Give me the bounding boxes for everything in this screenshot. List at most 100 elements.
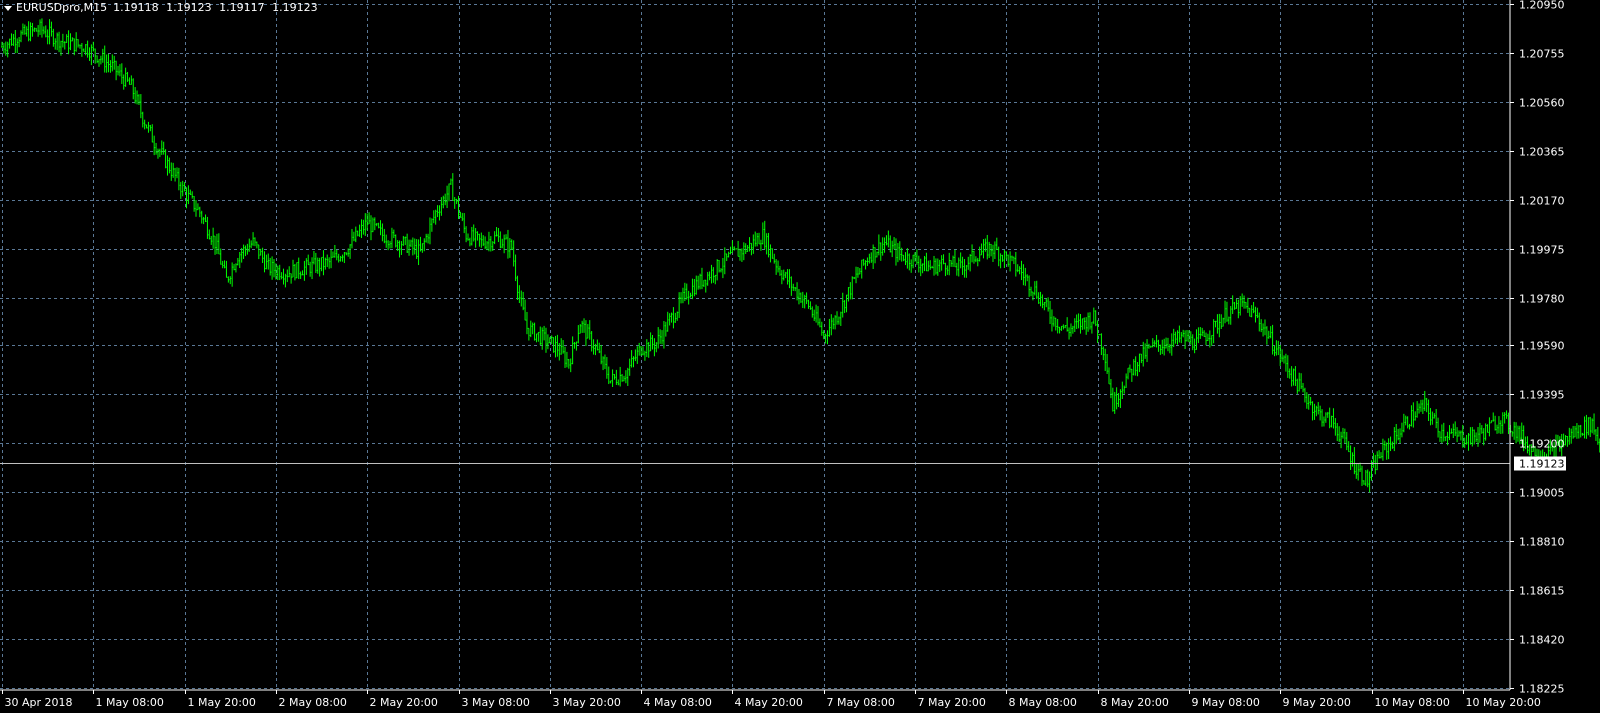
ohlc-bar (290, 273, 292, 284)
ohlc-bar (699, 273, 701, 290)
ohlc-bar (1269, 326, 1272, 339)
ohlc-bar (1355, 463, 1358, 479)
ohlc-bar (240, 247, 243, 263)
ohlc-bar (840, 311, 842, 326)
ohlc-bar (1262, 323, 1264, 337)
ohlc-bar (687, 290, 690, 305)
ohlc-bar (1092, 307, 1095, 325)
ohlc-bar (838, 316, 840, 325)
ohlc-bar (181, 180, 184, 197)
ohlc-bar (845, 294, 848, 313)
ohlc-bar (524, 299, 526, 321)
ohlc-bar (1574, 425, 1576, 438)
ohlc-bar (1119, 389, 1122, 409)
ohlc-bar (952, 255, 954, 267)
ohlc-bar (1176, 330, 1179, 345)
chart-window[interactable]: 1.19123 1.20950 1.20755 1.20560 1.20365 1.20… (0, 0, 1600, 713)
ohlc-bar (763, 220, 766, 250)
ohlc-bar (1155, 334, 1158, 348)
ohlc-bar (1064, 325, 1067, 329)
ohlc-bar (1091, 321, 1093, 334)
ohlc-bar (820, 321, 823, 336)
ohlc-bar (1121, 381, 1124, 400)
ohlc-bar (541, 327, 543, 350)
ohlc-bar (119, 64, 121, 77)
ohlc-bar (817, 306, 819, 326)
ohlc-bar (665, 321, 667, 337)
ohlc-bar (722, 257, 724, 279)
ohlc-bar (109, 60, 112, 73)
ohlc-bar (398, 240, 401, 258)
ohlc-bar (533, 322, 536, 341)
ohlc-bar (1334, 418, 1337, 436)
ohlc-bar (995, 237, 998, 251)
ohlc-bar (1228, 316, 1230, 325)
ohlc-bar (282, 268, 285, 285)
ohlc-bar (752, 234, 755, 254)
ohlc-bar (413, 238, 416, 255)
ohlc-bar (1423, 390, 1426, 412)
ohlc-bar (866, 257, 869, 266)
ohlc-bar (242, 244, 245, 259)
ohlc-bar (537, 331, 540, 342)
ohlc-bar (847, 287, 850, 302)
ohlc-bar (432, 210, 435, 224)
ohlc-bar (1056, 319, 1059, 334)
price-chart[interactable]: 1.19123 1.209501.207551.205601.203651.20… (0, 0, 1600, 713)
ohlc-bar (360, 219, 363, 239)
ohlc-bar (575, 341, 578, 351)
ohlc-bar (1066, 317, 1068, 332)
ohlc-bar (937, 258, 939, 276)
ohlc-bar (1309, 396, 1312, 406)
ohlc-bar (543, 325, 545, 341)
ohlc-bar (1307, 394, 1310, 410)
ohlc-bar (503, 234, 505, 254)
ohlc-bar (1016, 264, 1019, 273)
ohlc-bar (1420, 399, 1422, 412)
ohlc-bar (885, 235, 888, 246)
ohlc-bar (1241, 293, 1243, 307)
ohlc-bar (864, 260, 867, 270)
ohlc-bar (1125, 373, 1127, 388)
ohlc-bar (1197, 327, 1200, 344)
ohlc-bar (587, 324, 589, 339)
ohlc-bar (1239, 296, 1242, 316)
ohlc-bar (794, 287, 796, 292)
ohlc-bar (12, 33, 15, 46)
ohlc-bar (393, 229, 395, 239)
ohlc-bar (1418, 403, 1420, 414)
ohlc-bar (1294, 366, 1297, 386)
ohlc-bar (132, 78, 135, 100)
ohlc-bar (704, 279, 707, 293)
ohlc-bar (969, 254, 971, 272)
ohlc-bar (788, 269, 791, 289)
ohlc-bar (1338, 426, 1340, 442)
ohlc-bar (957, 257, 960, 277)
ohlc-bar (1587, 417, 1590, 436)
ohlc-bar (801, 291, 804, 309)
ohlc-bar (976, 257, 979, 267)
ohlc-bar (1328, 407, 1331, 429)
ohlc-bar (90, 44, 93, 66)
ohlc-bar (474, 228, 477, 248)
ohlc-bar (1174, 331, 1177, 344)
ohlc-bar (356, 230, 359, 237)
ohlc-bar (448, 183, 450, 202)
ohlc-bar (849, 282, 852, 300)
ohlc-bar (1498, 416, 1500, 434)
ohlc-bar (147, 121, 150, 133)
ohlc-bar (689, 292, 692, 298)
ohlc-bar (897, 243, 899, 263)
ohlc-bar (1190, 331, 1192, 345)
ohlc-bar (1452, 423, 1455, 439)
ohlc-bar (199, 206, 201, 218)
ohlc-bar (316, 257, 319, 274)
ohlc-bar (773, 253, 776, 264)
ohlc-bar (912, 254, 914, 269)
ohlc-bar (54, 38, 57, 50)
ohlc-bar (1444, 436, 1447, 442)
ohlc-bar (1229, 306, 1232, 325)
ohlc-bar (887, 230, 890, 248)
ohlc-bar (1081, 318, 1084, 330)
ohlc-bar (44, 25, 47, 38)
